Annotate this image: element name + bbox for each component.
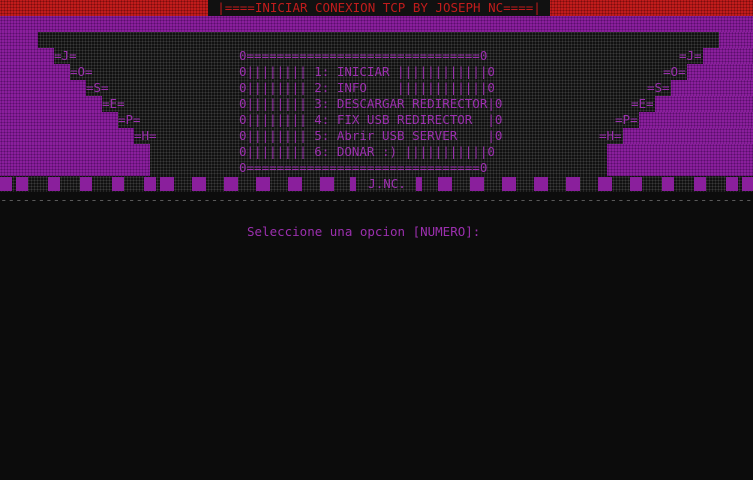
input-prompt[interactable]: Seleccione una opcion [NUMERO]:: [247, 224, 480, 240]
separator-line: ----------------------------------------…: [0, 192, 753, 207]
banner-letter-right: =H=: [599, 128, 622, 143]
left-step: [0, 112, 118, 128]
footer-block: [0, 177, 12, 191]
footer-block: [160, 177, 174, 191]
left-step: [0, 32, 38, 48]
left-step: [0, 144, 150, 176]
right-step: [639, 112, 753, 128]
banner-letter-left: =O=: [70, 64, 93, 79]
footer-block: [438, 177, 452, 191]
menu-item-iniciar[interactable]: 0|||||||| 1: INICIAR ||||||||||||0: [239, 64, 502, 80]
right-step: [671, 80, 753, 96]
right-step: [655, 96, 753, 112]
banner-footer: J.NC.: [0, 176, 753, 192]
left-step: [0, 48, 54, 64]
footer-block: [742, 177, 753, 191]
menu-item-fix-usb-redirector[interactable]: 0|||||||| 4: FIX USB REDIRECTOR |0: [239, 112, 502, 128]
menu-item-descargar-redirector[interactable]: 0|||||||| 3: DESCARGAR REDIRECTOR|0: [239, 96, 502, 112]
footer-block: [470, 177, 484, 191]
left-step: [0, 64, 70, 80]
left-step: [0, 128, 134, 144]
left-step: [0, 96, 102, 112]
menu-border-top: 0===============================0: [239, 48, 488, 63]
banner-letter-right: =J=: [679, 48, 702, 63]
footer-block: [598, 177, 612, 191]
right-step: [687, 64, 753, 80]
banner-letter-left: =E=: [102, 96, 125, 111]
footer-block: [192, 177, 206, 191]
banner-letter-right: =S=: [647, 80, 670, 95]
title-bar-right: [550, 0, 753, 16]
main-menu: 0===============================0 0|||||…: [239, 48, 502, 176]
left-step: [0, 80, 86, 96]
banner-letter-right: =P=: [615, 112, 638, 127]
right-step: [719, 32, 753, 48]
footer-block: [416, 177, 422, 191]
banner-letter-right: =O=: [663, 64, 686, 79]
banner-top-band: [0, 16, 753, 32]
menu-item-abrir-usb-server[interactable]: 0|||||||| 5: Abrir USB SERVER |0: [239, 128, 502, 144]
footer-block: [256, 177, 270, 191]
footer-block: [630, 177, 642, 191]
right-step: [607, 144, 753, 176]
footer-block: [502, 177, 516, 191]
footer-block: [112, 177, 124, 191]
footer-block: [144, 177, 156, 191]
footer-block: [566, 177, 580, 191]
right-step: [623, 128, 753, 144]
menu-item-info[interactable]: 0|||||||| 2: INFO ||||||||||||0: [239, 80, 502, 96]
banner-letter-left: =P=: [118, 112, 141, 127]
footer-block: [320, 177, 334, 191]
footer-block: [694, 177, 706, 191]
footer-block: [80, 177, 92, 191]
footer-block: [16, 177, 28, 191]
banner-letter-right: =E=: [631, 96, 654, 111]
menu-border-bottom: 0===============================0: [239, 160, 488, 175]
title-bar-left: [0, 0, 208, 16]
footer-block: [350, 177, 356, 191]
right-step: [703, 48, 753, 64]
footer-signature: J.NC.: [368, 176, 406, 191]
footer-block: [534, 177, 548, 191]
banner-letter-left: =H=: [134, 128, 157, 143]
title-bar: |====INICIAR CONEXION TCP BY JOSEPH NC==…: [208, 0, 550, 16]
footer-block: [662, 177, 674, 191]
menu-item-donar[interactable]: 0|||||||| 6: DONAR :) |||||||||||0: [239, 144, 502, 160]
banner-letter-left: =S=: [86, 80, 109, 95]
banner-letter-left: =J=: [54, 48, 77, 63]
footer-block: [726, 177, 738, 191]
footer-block: [288, 177, 302, 191]
footer-block: [48, 177, 60, 191]
footer-block: [224, 177, 238, 191]
